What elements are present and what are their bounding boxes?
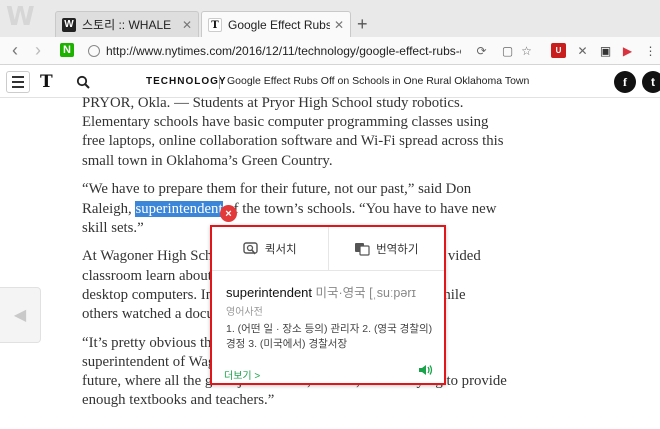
tab-title: 스토리 :: WHALE — [82, 18, 172, 32]
media-icon[interactable]: ▶ — [620, 43, 635, 58]
text-line: skill sets.” — [82, 219, 144, 236]
text-fragment: of the town’s schools. “You have to have… — [222, 200, 497, 217]
reload-icon[interactable]: ⟳ — [474, 43, 489, 58]
url-text[interactable]: http://www.nytimes.com/2016/12/11/techno… — [106, 44, 461, 58]
tools-icon[interactable]: ✕ — [575, 43, 590, 58]
tab-nytimes[interactable]: T Google Effect Rubs Off on ✕ — [201, 11, 351, 38]
quick-search-icon — [243, 241, 258, 254]
tab-title: Google Effect Rubs Off on — [228, 18, 330, 32]
address-toolbar: ‹ › N http://www.nytimes.com/2016/12/11/… — [0, 37, 660, 65]
globe-icon — [88, 44, 100, 57]
text-line: Elementary schools have basic computer p… — [82, 114, 489, 131]
tab-quick-search[interactable]: 퀵서치 — [212, 227, 328, 270]
dictionary-label: 영어사전 — [226, 307, 263, 318]
text-fragment: hile — [443, 286, 466, 303]
header-headline: Google Effect Rubs Off on Schools in One… — [227, 75, 530, 87]
text-fragment: superintendent of Wago — [82, 353, 223, 370]
entry-word: superintendent — [226, 285, 313, 300]
twitter-icon[interactable]: t — [642, 71, 660, 93]
text-line: free laptops, online collaboration softw… — [82, 133, 504, 150]
text-line: enough textbooks and teachers.” — [82, 392, 275, 409]
naver-icon[interactable]: N — [60, 43, 74, 57]
reader-icon[interactable]: ▢ — [500, 43, 515, 58]
text-fragment: Raleigh, — [82, 200, 136, 217]
tab-translate-label: 번역하기 — [376, 243, 419, 256]
bookmark-star-icon[interactable]: ☆ — [519, 43, 534, 58]
text-fragment: “It’s pretty obvious that — [82, 334, 223, 351]
forward-icon[interactable]: › — [35, 40, 41, 60]
text-fragment: At Wagoner High Scho — [82, 248, 220, 265]
translate-icon — [355, 242, 370, 256]
search-icon[interactable] — [76, 75, 90, 89]
tab-close-icon[interactable]: ✕ — [334, 18, 344, 32]
definitions: 1. (어떤 일 · 장소 등의) 관리자 2. (영국 경찰의) 경정 3. … — [226, 323, 433, 350]
new-tab-button[interactable]: + — [357, 14, 368, 34]
text-line: small town in Oklahoma’s Green Country. — [82, 152, 333, 169]
sidebar-icon[interactable]: ▣ — [598, 43, 613, 58]
text-fragment: classroom learn about w — [82, 267, 227, 284]
tab-quick-search-label: 퀵서치 — [264, 243, 297, 256]
close-popup-icon[interactable]: × — [220, 205, 237, 222]
quick-search-popup: 퀵서치 번역하기 superintendent 미국·영국 [ˌsuːpərɪ … — [210, 225, 446, 385]
speaker-icon[interactable] — [418, 363, 434, 377]
menu-dots-icon[interactable]: ⋮ — [643, 43, 658, 58]
address-bar[interactable]: http://www.nytimes.com/2016/12/11/techno… — [84, 40, 494, 61]
whale-logo: W — [6, 2, 35, 32]
divider — [219, 75, 220, 89]
paragraph: PRYOR, Okla. — Students at Pryor High Sc… — [82, 94, 504, 171]
facebook-icon[interactable]: f — [614, 71, 636, 93]
whale-favicon-icon: W — [62, 17, 76, 32]
dictionary-entry: superintendent 미국·영국 [ˌsuːpərɪ — [226, 282, 441, 301]
entry-pronunciation: 미국·영국 [ˌsuːpərɪ — [312, 286, 416, 300]
section-name[interactable]: TECHNOLOGY — [146, 76, 227, 87]
text-fragment: desktop computers. In a — [82, 286, 224, 303]
tab-whale-story[interactable]: W 스토리 :: WHALE ✕ — [55, 11, 199, 37]
selected-word[interactable]: superintendent — [135, 200, 223, 217]
tab-translate[interactable]: 번역하기 — [327, 227, 445, 270]
text-fragment: others watched a docum — [82, 306, 226, 323]
hamburger-menu-icon[interactable] — [6, 71, 30, 93]
tab-close-icon[interactable]: ✕ — [182, 18, 192, 32]
text-line: “We have to prepare them for their futur… — [82, 181, 472, 198]
nyt-favicon-icon: T — [208, 18, 222, 32]
popup-tabs: 퀵서치 번역하기 — [212, 227, 444, 271]
back-icon[interactable]: ‹ — [12, 40, 18, 60]
more-link[interactable]: 더보기 > — [224, 367, 260, 382]
extension-badge-icon[interactable]: U — [551, 43, 566, 58]
tab-strip: W W 스토리 :: WHALE ✕ T Google Effect Rubs … — [0, 0, 660, 38]
text-fragment: vided — [447, 248, 481, 265]
previous-article-arrow-icon[interactable]: ◀ — [0, 287, 41, 343]
nyt-logo[interactable]: T — [40, 72, 53, 92]
text-line: PRYOR, Okla. — Students at Pryor High Sc… — [82, 95, 464, 111]
